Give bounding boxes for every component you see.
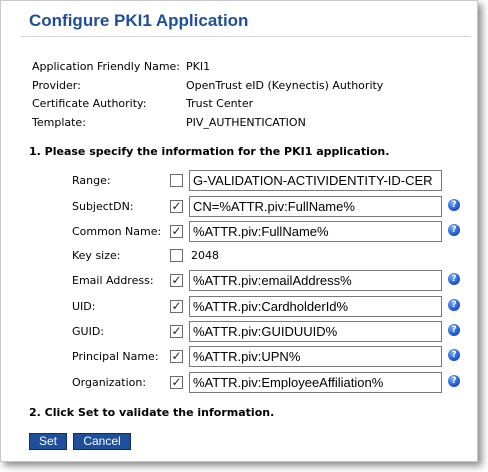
help-icon[interactable]: ? (448, 349, 460, 361)
guid-input[interactable]: %ATTR.piv:GUIDUUID% (189, 321, 442, 342)
checkmark-icon: ✓ (171, 199, 182, 213)
checkmark-icon: ✓ (171, 375, 182, 389)
field-label: UID: (72, 300, 96, 313)
info-value: PKI1 (186, 60, 211, 73)
field-row-principal-name: Principal Name: ✓ %ATTR.piv:UPN% ? (1, 346, 479, 370)
field-label: GUID: (72, 325, 104, 338)
set-button[interactable]: Set (29, 433, 67, 450)
field-label: SubjectDN: (72, 200, 134, 213)
field-label: Common Name: (72, 225, 162, 238)
info-label: Template: (32, 116, 86, 129)
info-value: Trust Center (186, 97, 254, 110)
organization-checkbox[interactable]: ✓ (170, 375, 183, 389)
cancel-button[interactable]: Cancel (73, 433, 131, 450)
info-label: Certificate Authority: (32, 97, 147, 110)
common-name-checkbox[interactable]: ✓ (170, 224, 183, 238)
info-value: OpenTrust eID (Keynectis) Authority (186, 79, 384, 92)
checkmark-icon: ✓ (171, 324, 182, 338)
help-icon[interactable]: ? (448, 375, 460, 387)
field-label: Principal Name: (72, 350, 159, 363)
uid-checkbox[interactable]: ✓ (170, 299, 183, 313)
help-icon[interactable]: ? (448, 299, 460, 311)
help-icon[interactable]: ? (448, 324, 460, 336)
field-row-guid: GUID: ✓ %ATTR.piv:GUIDUUID% ? (1, 321, 479, 345)
uid-input[interactable]: %ATTR.piv:CardholderId% (189, 296, 442, 317)
email-input[interactable]: %ATTR.piv:emailAddress% (189, 270, 442, 291)
field-row-key-size: Key size: 2048 (1, 245, 479, 269)
field-row-organization: Organization: ✓ %ATTR.piv:EmployeeAffili… (1, 372, 479, 396)
field-row-common-name: Common Name: ✓ %ATTR.piv:FullName% ? (1, 221, 479, 245)
field-label: Email Address: (72, 274, 154, 287)
principal-name-input[interactable]: %ATTR.piv:UPN% (189, 346, 442, 367)
title-divider (21, 36, 471, 37)
guid-checkbox[interactable]: ✓ (170, 324, 183, 338)
subjectdn-input[interactable]: CN=%ATTR.piv:FullName% (189, 196, 442, 217)
info-label: Application Friendly Name: (32, 60, 181, 73)
dialog-title: Configure PKI1 Application (29, 11, 249, 30)
field-row-uid: UID: ✓ %ATTR.piv:CardholderId% ? (1, 296, 479, 320)
email-checkbox[interactable]: ✓ (170, 273, 183, 287)
subjectdn-checkbox[interactable]: ✓ (170, 199, 183, 213)
range-input[interactable]: G-VALIDATION-ACTIVIDENTITY-ID-CER (189, 170, 442, 191)
field-row-email: Email Address: ✓ %ATTR.piv:emailAddress%… (1, 270, 479, 294)
section-1-heading: 1. Please specify the information for th… (29, 145, 390, 158)
help-icon[interactable]: ? (448, 224, 460, 236)
field-label: Range: (72, 174, 111, 187)
organization-input[interactable]: %ATTR.piv:EmployeeAffiliation% (189, 372, 442, 393)
field-label: Key size: (72, 249, 121, 262)
checkmark-icon: ✓ (171, 273, 182, 287)
checkmark-icon: ✓ (171, 349, 182, 363)
range-checkbox[interactable] (170, 174, 183, 187)
info-label: Provider: (32, 79, 81, 92)
key-size-value: 2048 (191, 249, 219, 262)
principal-name-checkbox[interactable]: ✓ (170, 349, 183, 363)
help-icon[interactable]: ? (448, 199, 460, 211)
key-size-checkbox[interactable] (170, 249, 183, 262)
checkmark-icon: ✓ (171, 224, 182, 238)
common-name-input[interactable]: %ATTR.piv:FullName% (189, 221, 442, 242)
field-row-range: Range: G-VALIDATION-ACTIVIDENTITY-ID-CER (1, 170, 479, 194)
field-label: Organization: (72, 376, 147, 389)
help-icon[interactable]: ? (448, 273, 460, 285)
field-row-subjectdn: SubjectDN: ✓ CN=%ATTR.piv:FullName% ? (1, 196, 479, 220)
info-value: PIV_AUTHENTICATION (186, 116, 306, 129)
configure-dialog: Configure PKI1 Application Application F… (0, 0, 478, 462)
section-2-heading: 2. Click Set to validate the information… (29, 406, 275, 419)
checkmark-icon: ✓ (171, 299, 182, 313)
